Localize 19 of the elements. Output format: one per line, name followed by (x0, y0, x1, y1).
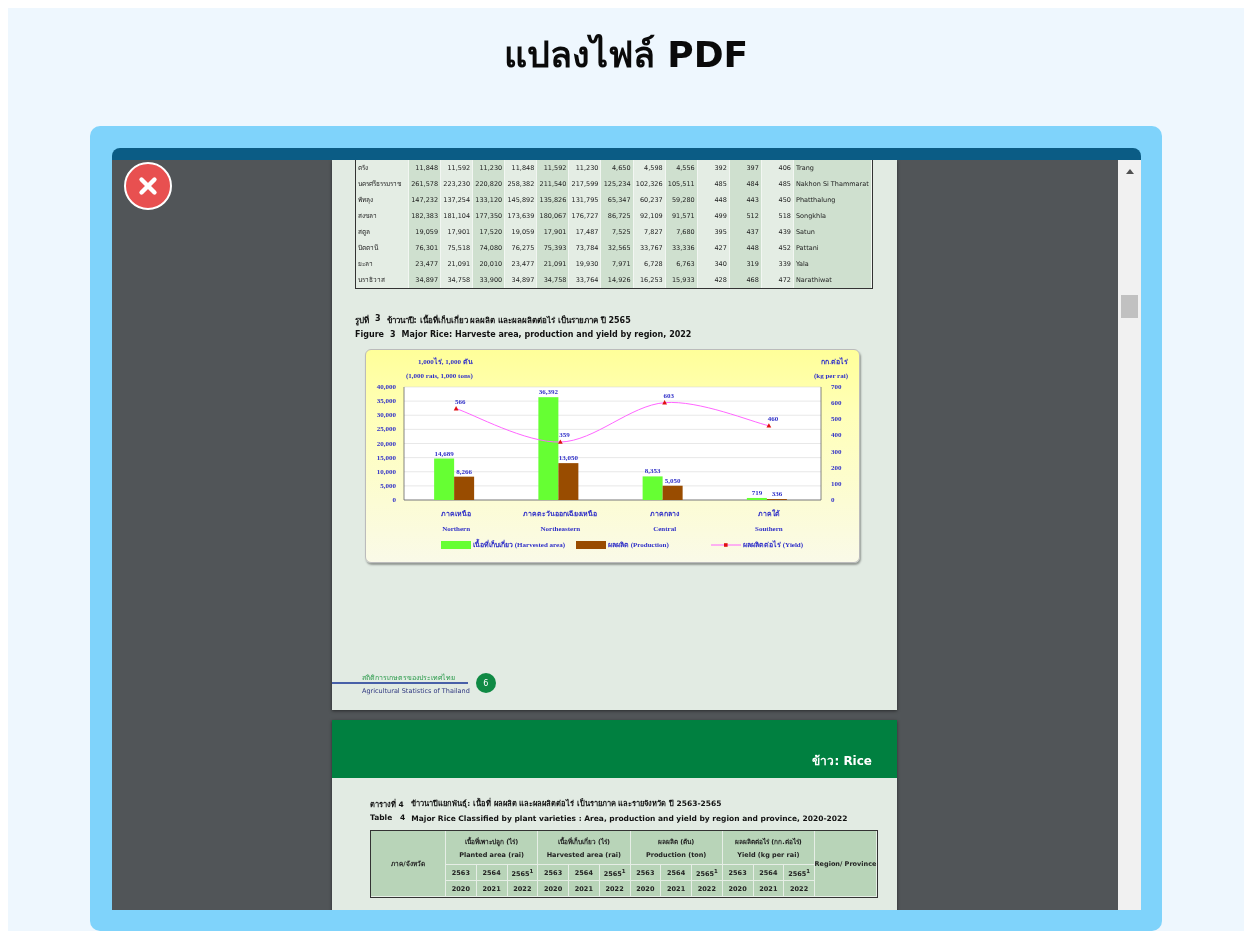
figure-label: Figure (355, 330, 384, 339)
figure-caption: Major Rice: Harveste area, production and yield by region, 2022 (401, 330, 692, 339)
figure-caption: ข้าวนาปี: เนื้อที่เก็บเกี่ยว ผลผลิต และผลผลิตต่อไร่ เป็นรายภาค ปี 2565 (386, 314, 631, 327)
page-title: แปลงไฟล์ PDF (503, 33, 749, 77)
scrollbar-thumb[interactable] (1121, 295, 1138, 318)
data-point-marker (453, 406, 459, 411)
data-point-marker (662, 400, 667, 405)
legend-swatch (710, 543, 742, 547)
scrollbar[interactable] (1118, 160, 1141, 910)
page-number: 6 (475, 673, 496, 693)
figure-label: รูปที่ (355, 314, 369, 327)
section-title: ข้าว: Rice (812, 753, 872, 770)
figure-number: 3 (375, 314, 381, 325)
data-point-marker (558, 439, 563, 444)
data-point-marker (766, 423, 772, 428)
legend-swatch (576, 541, 606, 549)
up-triangle-icon (1125, 168, 1134, 174)
figure-number: 3 (390, 330, 396, 339)
legend-swatch (441, 541, 471, 549)
